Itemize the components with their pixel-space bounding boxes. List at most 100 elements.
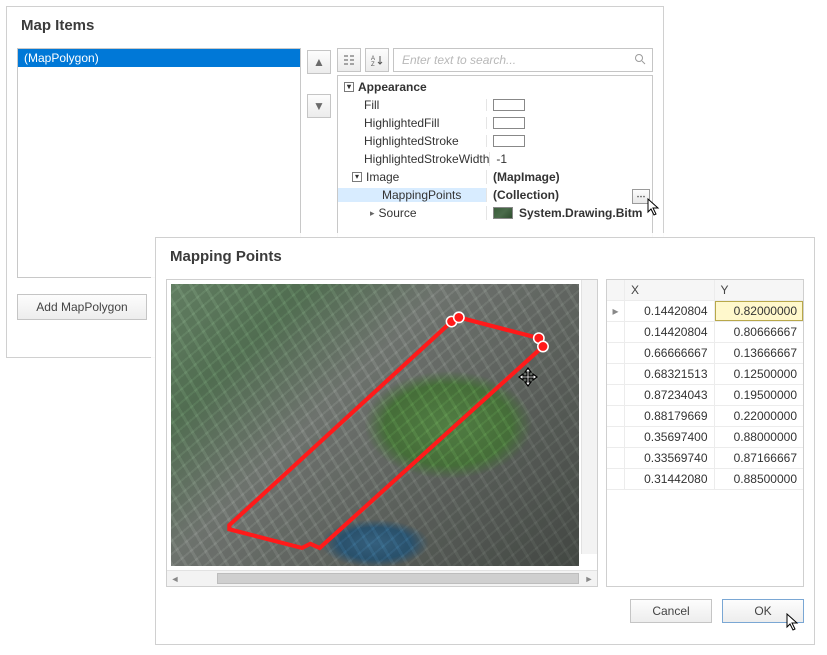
row-indicator-icon: ▸ (607, 301, 625, 321)
cell-y[interactable]: 0.88000000 (715, 427, 804, 447)
prop-category-label: Appearance (358, 80, 427, 94)
table-row[interactable]: 0.33569740 0.87166667 (607, 448, 803, 469)
alphabetical-view-button[interactable]: A Z (365, 48, 389, 72)
row-indicator-icon (607, 406, 625, 426)
scroll-thumb[interactable] (217, 573, 579, 584)
row-indicator-icon (607, 469, 625, 489)
search-icon (634, 53, 646, 68)
prop-label: HighlightedStrokeWidth (338, 152, 489, 166)
ellipsis-button[interactable]: ⋯ (632, 189, 650, 204)
row-indicator-icon (607, 343, 625, 363)
prop-row-highlightedfill[interactable]: HighlightedFill (338, 114, 652, 132)
cell-y[interactable]: 0.87166667 (715, 448, 804, 468)
row-indicator-icon (607, 448, 625, 468)
move-up-button[interactable]: ▲ (307, 50, 331, 74)
color-swatch (493, 135, 525, 147)
prop-label: Fill (338, 98, 486, 112)
table-row[interactable]: 0.87234043 0.19500000 (607, 385, 803, 406)
collapse-icon[interactable]: ▾ (352, 172, 362, 182)
cell-x[interactable]: 0.14420804 (625, 301, 715, 321)
cell-y[interactable]: 0.82000000 (715, 301, 804, 321)
table-row[interactable]: 0.14420804 0.80666667 (607, 322, 803, 343)
table-row[interactable]: ▸ 0.14420804 0.82000000 (607, 301, 803, 322)
table-row[interactable]: 0.35697400 0.88000000 (607, 427, 803, 448)
prop-value[interactable] (486, 135, 652, 147)
color-swatch (493, 99, 525, 111)
expand-icon[interactable]: ▸ (370, 208, 375, 219)
cell-x[interactable]: 0.31442080 (625, 469, 715, 489)
mapping-points-title: Mapping Points (170, 248, 804, 265)
prop-value[interactable]: (Collection) ⋯ (486, 188, 652, 202)
cell-x[interactable]: 0.35697400 (625, 427, 715, 447)
column-header-x[interactable]: X (625, 280, 715, 300)
table-row[interactable]: 0.68321513 0.12500000 (607, 364, 803, 385)
cell-y[interactable]: 0.13666667 (715, 343, 804, 363)
collapse-icon[interactable]: ▾ (344, 82, 354, 92)
prop-label: HighlightedFill (338, 116, 486, 130)
scroll-left-icon[interactable]: ◄ (167, 571, 183, 586)
cell-y[interactable]: 0.19500000 (715, 385, 804, 405)
mapping-points-dialog: Mapping Points (155, 237, 815, 645)
points-table-header: X Y (607, 280, 803, 301)
cell-y[interactable]: 0.12500000 (715, 364, 804, 384)
mapping-image-area[interactable] (167, 280, 597, 570)
horizontal-scrollbar[interactable]: ◄ ► (167, 570, 597, 586)
row-indicator-header (607, 280, 625, 300)
row-indicator-icon (607, 385, 625, 405)
prop-row-fill[interactable]: Fill (338, 96, 652, 114)
cell-x[interactable]: 0.68321513 (625, 364, 715, 384)
prop-category-appearance[interactable]: ▾ Appearance (338, 78, 652, 96)
mapping-points-body: ◄ ► X Y ▸ 0.14420804 0.82000000 0.144208… (166, 279, 804, 587)
prop-value[interactable]: (MapImage) (486, 170, 652, 184)
cell-y[interactable]: 0.22000000 (715, 406, 804, 426)
prop-value[interactable] (486, 99, 652, 111)
prop-row-source[interactable]: ▸ Source System.Drawing.Bitm (338, 204, 652, 222)
prop-label: HighlightedStroke (338, 134, 486, 148)
categorized-view-button[interactable] (337, 48, 361, 72)
scroll-right-icon[interactable]: ► (581, 571, 597, 586)
prop-row-highlightedstroke[interactable]: HighlightedStroke (338, 132, 652, 150)
prop-row-image[interactable]: ▾ Image (MapImage) (338, 168, 652, 186)
cell-x[interactable]: 0.14420804 (625, 322, 715, 342)
property-toolbar: A Z (337, 48, 653, 72)
prop-label: MappingPoints (338, 188, 486, 202)
move-cursor-icon (517, 366, 537, 386)
prop-label: ▾ Image (338, 170, 486, 184)
bitmap-swatch-icon (493, 207, 513, 219)
cell-x[interactable]: 0.88179669 (625, 406, 715, 426)
arrow-down-icon: ▼ (313, 99, 325, 113)
property-search[interactable] (393, 48, 653, 72)
prop-row-highlightedstrokewidth[interactable]: HighlightedStrokeWidth -1 (338, 150, 652, 168)
cancel-button[interactable]: Cancel (630, 599, 712, 623)
arrow-up-icon: ▲ (313, 55, 325, 69)
polygon-overlay[interactable] (167, 280, 597, 570)
column-header-y[interactable]: Y (715, 280, 804, 300)
table-row[interactable]: 0.66666667 0.13666667 (607, 343, 803, 364)
prop-row-mappingpoints[interactable]: MappingPoints (Collection) ⋯ (338, 186, 652, 204)
categorized-icon (342, 53, 356, 67)
prop-label: ▸ Source (338, 206, 486, 220)
table-row[interactable]: 0.31442080 0.88500000 (607, 469, 803, 490)
row-indicator-icon (607, 427, 625, 447)
cell-x[interactable]: 0.87234043 (625, 385, 715, 405)
cell-y[interactable]: 0.80666667 (715, 322, 804, 342)
map-items-list-item[interactable]: (MapPolygon) (18, 49, 300, 67)
vertical-scrollbar[interactable] (581, 280, 597, 554)
move-down-button[interactable]: ▼ (307, 94, 331, 118)
add-mappolygon-button[interactable]: Add MapPolygon (17, 294, 147, 320)
mapping-image-panel: ◄ ► (166, 279, 598, 587)
prop-value[interactable] (486, 117, 652, 129)
cell-y[interactable]: 0.88500000 (715, 469, 804, 489)
ok-button[interactable]: OK (722, 599, 804, 623)
row-indicator-icon (607, 322, 625, 342)
cell-x[interactable]: 0.33569740 (625, 448, 715, 468)
points-table[interactable]: X Y ▸ 0.14420804 0.82000000 0.14420804 0… (606, 279, 804, 587)
table-row[interactable]: 0.88179669 0.22000000 (607, 406, 803, 427)
property-search-input[interactable] (400, 50, 634, 70)
color-swatch (493, 117, 525, 129)
prop-value[interactable]: System.Drawing.Bitm (486, 206, 652, 220)
map-items-title: Map Items (21, 17, 653, 34)
sort-az-icon: A Z (370, 53, 384, 67)
prop-value[interactable]: -1 (489, 152, 652, 166)
cell-x[interactable]: 0.66666667 (625, 343, 715, 363)
